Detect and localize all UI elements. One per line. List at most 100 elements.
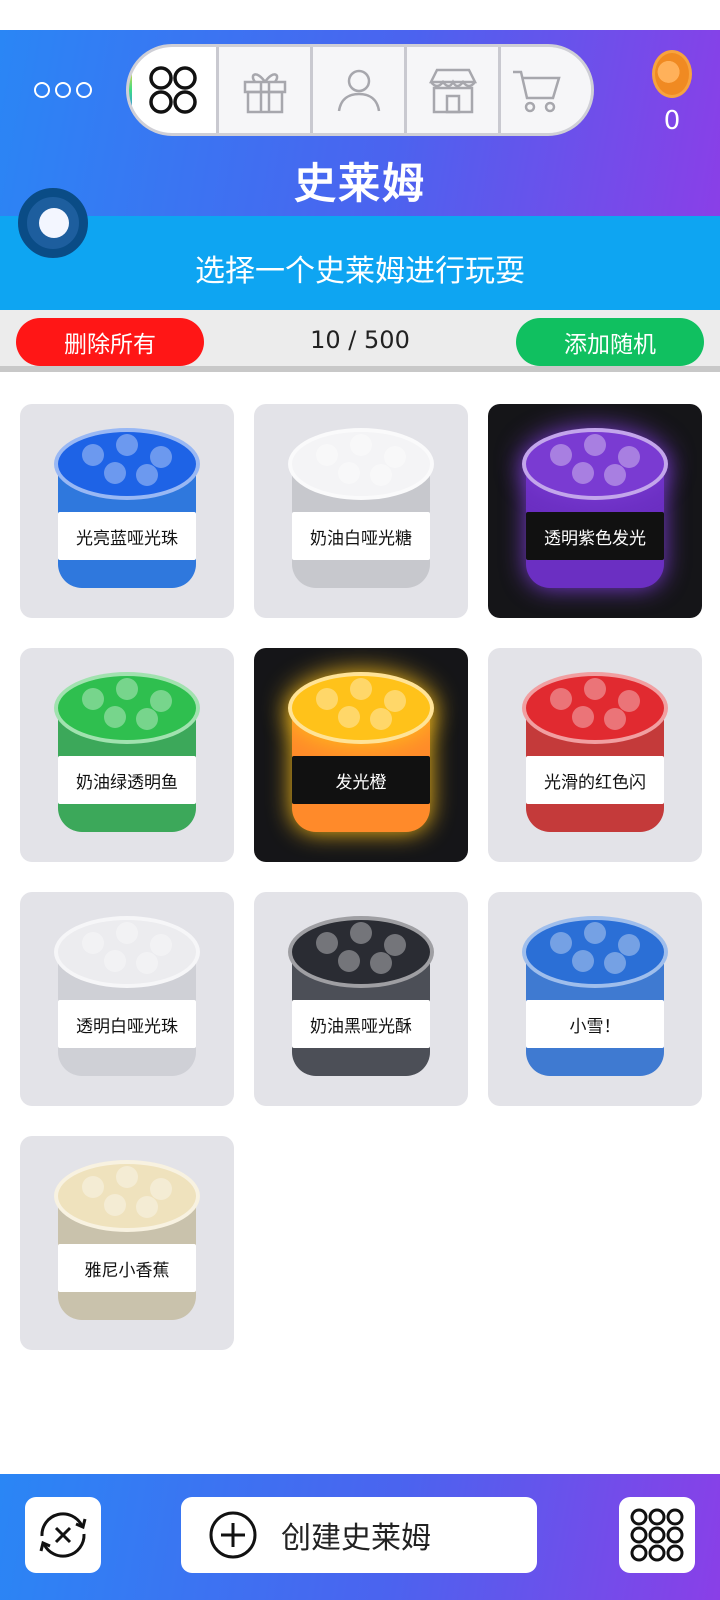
topping-icon	[104, 950, 126, 972]
topping-icon	[104, 1194, 126, 1216]
topping-icon	[618, 934, 640, 956]
tab-cart[interactable]	[501, 47, 591, 133]
topping-icon	[136, 952, 158, 974]
tab-slimes[interactable]	[129, 47, 219, 133]
slime-card[interactable]: 小雪！	[488, 892, 702, 1106]
slime-name: 光亮蓝哑光珠	[58, 512, 196, 560]
topping-icon	[136, 464, 158, 486]
topping-icon	[150, 1178, 172, 1200]
slime-card[interactable]: 透明紫色发光	[488, 404, 702, 618]
topping-icon	[550, 444, 572, 466]
page-title: 史莱姆	[293, 159, 426, 208]
reset-icon	[39, 1512, 87, 1558]
topping-icon	[370, 464, 392, 486]
topping-icon	[116, 678, 138, 700]
topping-icon	[572, 706, 594, 728]
create-slime-button[interactable]: 创建史莱姆	[174, 1490, 544, 1580]
more-menu-button[interactable]	[34, 82, 92, 98]
slime-card[interactable]: 发光橙	[254, 648, 468, 862]
add-random-button[interactable]: 添加随机	[516, 318, 704, 366]
slime-card[interactable]: 光亮蓝哑光珠	[20, 404, 234, 618]
topping-icon	[136, 708, 158, 730]
slime-name: 雅尼小香蕉	[58, 1244, 196, 1292]
topping-icon	[572, 950, 594, 972]
topping-icon	[550, 688, 572, 710]
topping-icon	[384, 690, 406, 712]
slime-card[interactable]: 光滑的红色闪	[488, 648, 702, 862]
slime-name: 奶油黑哑光酥	[292, 1000, 430, 1048]
slime-name: 奶油白哑光糖	[292, 512, 430, 560]
topping-icon	[550, 932, 572, 954]
coin-count: 0	[663, 106, 681, 136]
topping-icon	[104, 462, 126, 484]
topping-icon	[116, 922, 138, 944]
slime-name: 透明白哑光珠	[58, 1000, 196, 1048]
create-slime-label: 创建史莱姆	[281, 1521, 431, 1556]
tab-gift[interactable]	[219, 47, 313, 133]
dot-icon	[76, 82, 92, 98]
slime-card[interactable]: 奶油绿透明鱼	[20, 648, 234, 862]
slime-name: 光滑的红色闪	[526, 756, 664, 804]
topping-icon	[618, 690, 640, 712]
topping-icon	[150, 690, 172, 712]
shop-icon	[428, 68, 477, 114]
slime-name: 透明紫色发光	[526, 512, 664, 560]
slime-name: 奶油绿透明鱼	[58, 756, 196, 804]
app-root: 0 史莱姆 选择一个史莱姆进行玩耍 删除所有 10 / 500 添加随机 光亮蓝…	[0, 0, 720, 1600]
topping-icon	[82, 444, 104, 466]
topping-icon	[82, 1176, 104, 1198]
topping-icon	[350, 922, 372, 944]
slime-card[interactable]: 奶油白哑光糖	[254, 404, 468, 618]
slime-card[interactable]: 透明白哑光珠	[20, 892, 234, 1106]
slime-card[interactable]: 奶油黑哑光酥	[254, 892, 468, 1106]
topping-icon	[338, 950, 360, 972]
topping-icon	[584, 434, 606, 456]
top-tab-bar	[126, 44, 594, 136]
topping-icon	[338, 462, 360, 484]
cart-icon	[513, 70, 561, 113]
dot-icon	[55, 82, 71, 98]
slime-grid-icon	[148, 66, 197, 114]
slime-count: 10 / 500	[310, 326, 410, 354]
dot-icon	[34, 82, 50, 98]
topping-icon	[370, 708, 392, 730]
topping-icon	[316, 688, 338, 710]
topping-icon	[150, 934, 172, 956]
topping-icon	[584, 922, 606, 944]
topping-icon	[604, 464, 626, 486]
slime-name: 小雪！	[526, 1000, 664, 1048]
tab-profile[interactable]	[313, 47, 407, 133]
topping-icon	[316, 932, 338, 954]
topping-icon	[370, 952, 392, 974]
topping-icon	[384, 934, 406, 956]
topping-icon	[604, 952, 626, 974]
topping-icon	[82, 932, 104, 954]
plus-circle-icon	[209, 1511, 257, 1559]
topping-icon	[316, 444, 338, 466]
subtitle: 选择一个史莱姆进行玩耍	[195, 254, 525, 289]
reset-button[interactable]	[18, 1490, 108, 1580]
topping-icon	[136, 1196, 158, 1218]
delete-all-button[interactable]: 删除所有	[16, 318, 204, 366]
topping-icon	[116, 434, 138, 456]
grid-menu-button[interactable]	[612, 1490, 702, 1580]
topping-icon	[116, 1166, 138, 1188]
person-icon	[337, 69, 380, 112]
dot-grid-icon	[630, 1508, 684, 1562]
slime-card[interactable]: 雅尼小香蕉	[20, 1136, 234, 1350]
topping-icon	[618, 446, 640, 468]
topping-icon	[584, 678, 606, 700]
topping-icon	[572, 462, 594, 484]
topping-icon	[104, 706, 126, 728]
coin-icon	[652, 50, 692, 98]
topping-icon	[150, 446, 172, 468]
topping-icon	[82, 688, 104, 710]
tab-shop[interactable]	[407, 47, 501, 133]
slime-name: 发光橙	[292, 756, 430, 804]
topping-icon	[338, 706, 360, 728]
status-bar	[0, 0, 720, 30]
topping-icon	[350, 434, 372, 456]
topping-icon	[604, 708, 626, 730]
gift-icon	[243, 73, 286, 114]
topping-icon	[350, 678, 372, 700]
